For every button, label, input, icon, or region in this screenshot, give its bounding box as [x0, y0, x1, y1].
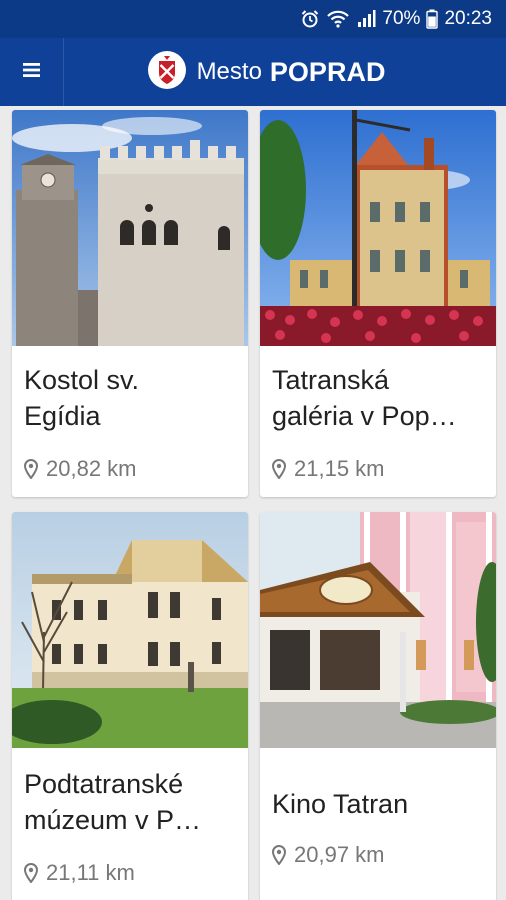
place-card[interactable]: Podtatranské múzeum v P… 21,11 km	[12, 512, 248, 900]
battery-percent: 70%	[382, 8, 421, 29]
status-bar: 70% 20:23	[0, 0, 506, 38]
city-coat-of-arms-logo	[147, 50, 187, 95]
place-card[interactable]: Tatranská galéria v Pop… 21,15 km	[260, 110, 496, 497]
place-title: Kostol sv. Egídia	[24, 362, 238, 434]
distance-value: 20,82 km	[46, 456, 137, 481]
location-pin-icon	[24, 459, 38, 479]
app-bar: Mesto POPRAD	[0, 38, 506, 106]
place-title-line: Egídia	[24, 401, 101, 431]
distance-value: 21,11 km	[46, 860, 135, 885]
location-pin-icon	[272, 459, 286, 479]
place-distance: 20,97 km	[272, 842, 385, 868]
place-distance: 21,15 km	[272, 456, 385, 482]
place-card[interactable]: Kino Tatran 20,97 km	[260, 512, 496, 900]
place-photo	[260, 110, 496, 346]
places-grid: Kostol sv. Egídia 20,82 km Tatranská gal…	[0, 106, 506, 900]
place-title-line: múzeum v P…	[24, 805, 202, 835]
place-photo	[260, 512, 496, 748]
place-title-line: Kino Tatran	[272, 789, 409, 819]
wifi-icon	[326, 9, 350, 29]
place-title-line: Kostol sv.	[24, 365, 140, 395]
distance-value: 21,15 km	[294, 456, 385, 481]
place-photo	[12, 110, 248, 346]
location-pin-icon	[272, 845, 286, 865]
app-title: Mesto POPRAD	[64, 50, 468, 95]
hamburger-menu-icon	[22, 61, 42, 84]
alarm-clock-icon	[300, 9, 320, 29]
place-distance: 20,82 km	[24, 456, 137, 482]
app-title-prefix: Mesto	[196, 58, 262, 85]
place-title: Kino Tatran	[272, 786, 486, 822]
place-title-line: galéria v Pop…	[272, 401, 457, 431]
app-title-city: POPRAD	[269, 56, 386, 87]
place-title: Podtatranské múzeum v P…	[24, 766, 238, 838]
status-time: 20:23	[444, 8, 492, 29]
place-photo	[12, 512, 248, 748]
place-title-line: Tatranská	[272, 365, 390, 395]
menu-button[interactable]	[0, 38, 64, 106]
place-distance: 21,11 km	[24, 860, 135, 886]
place-card[interactable]: Kostol sv. Egídia 20,82 km	[12, 110, 248, 497]
distance-value: 20,97 km	[294, 842, 385, 867]
location-pin-icon	[24, 863, 38, 883]
signal-bars-icon	[356, 9, 376, 29]
battery-icon	[426, 9, 439, 29]
place-title: Tatranská galéria v Pop…	[272, 362, 486, 434]
place-title-line: Podtatranské	[24, 769, 184, 799]
